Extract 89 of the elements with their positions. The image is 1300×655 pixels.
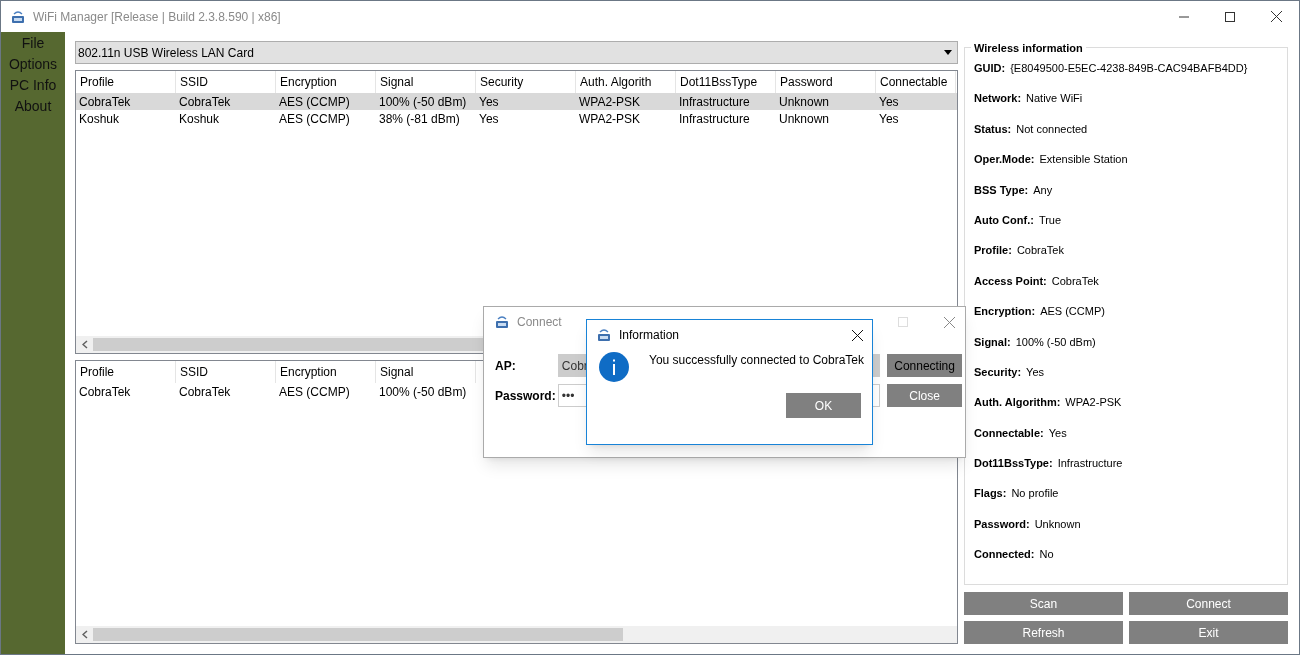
maximize-icon <box>898 317 908 327</box>
info-value: Yes <box>1048 425 1067 441</box>
info-label: Status: <box>974 121 1012 137</box>
table-row[interactable]: CobraTek CobraTek AES (CCMP) 100% (-50 dBm) Yes WPA2-PSK Infrastructure Unknown Yes <box>76 93 957 110</box>
table-cell-text: Yes <box>478 110 500 128</box>
info-label: Security: <box>974 364 1022 380</box>
table-cell-text: AES (CCMP) <box>278 110 351 128</box>
info-label: Signal: <box>974 334 1011 350</box>
ok-button[interactable]: OK <box>786 393 861 418</box>
info-label: Profile: <box>974 243 1012 259</box>
info-value: 100% (-50 dBm) <box>1015 334 1096 350</box>
info-value: Yes <box>1026 364 1045 380</box>
dialog-button[interactable]: Close <box>887 384 962 407</box>
info-label: Password: <box>974 516 1030 532</box>
info-message: You successfully connected to CobraTek <box>649 352 864 369</box>
info-value: WPA2-PSK <box>1065 395 1122 411</box>
table-cell-text: Infrastructure <box>678 110 751 128</box>
action-button[interactable]: Refresh <box>964 621 1123 644</box>
info-value: CobraTek <box>1016 243 1064 259</box>
app-icon <box>10 8 26 25</box>
table-cell-text: Koshuk <box>178 110 221 128</box>
info-label: Connectable: <box>974 425 1044 441</box>
info-value: CobraTek <box>1051 273 1099 289</box>
info-value: No profile <box>1011 486 1059 502</box>
column-header[interactable]: Encryption <box>276 361 376 383</box>
column-header[interactable]: Profile <box>76 361 176 383</box>
password-label: Password: <box>495 387 557 405</box>
info-label: Connected: <box>974 547 1035 563</box>
dialog-title: Information <box>619 327 680 344</box>
info-value: Infrastructure <box>1057 456 1123 472</box>
table-cell-text: Yes <box>878 93 900 111</box>
table-cell-text: 100% (-50 dBm) <box>378 93 468 111</box>
info-label: Encryption: <box>974 304 1036 320</box>
window-title: WiFi Manager [Release | Build 2.3.8.590 | x86] <box>33 8 281 26</box>
info-value: {E8049500-E5EC-4238-849B-CAC94BAFB4DD} <box>1010 61 1248 76</box>
dialog-button[interactable]: Connecting <box>887 354 962 377</box>
table-cell-text: AES (CCMP) <box>278 93 351 111</box>
info-label: Network: <box>974 91 1022 107</box>
info-label: Dot11BssType: <box>974 456 1053 472</box>
scroll-thumb[interactable] <box>93 628 623 641</box>
table-cell-text: 100% (-50 dBm) <box>378 383 468 401</box>
info-value: Not connected <box>1016 121 1088 137</box>
table-cell-text: Unknown <box>778 110 831 128</box>
info-label: Oper.Mode: <box>974 152 1035 168</box>
table-cell-text: CobraTek <box>178 93 232 111</box>
column-header[interactable]: Signal <box>376 361 476 383</box>
action-button[interactable]: Scan <box>964 592 1123 615</box>
action-button[interactable]: Connect <box>1129 592 1288 615</box>
adapter-name: 802.11n USB Wireless LAN Card <box>78 44 255 62</box>
table-cell-text: WPA2-PSK <box>578 110 642 128</box>
info-label: Flags: <box>974 486 1007 502</box>
maximize-icon <box>1225 11 1235 22</box>
table-cell-text: CobraTek <box>78 383 132 401</box>
table-cell-text: 38% (-81 dBm) <box>378 110 461 128</box>
info-value: Native WiFi <box>1026 91 1083 107</box>
info-label: Auth. Algorithm: <box>974 395 1061 411</box>
info-icon <box>599 352 629 382</box>
dropdown-arrow-icon <box>944 50 952 55</box>
ap-label: AP: <box>495 357 517 375</box>
info-label: GUID: <box>974 61 1006 76</box>
info-value: No <box>1039 547 1054 563</box>
table-cell-text: Yes <box>478 93 500 111</box>
info-value: AES (CCMP) <box>1040 304 1105 320</box>
table-cell-text: Infrastructure <box>678 93 751 111</box>
column-header[interactable]: SSID <box>176 361 276 383</box>
close-icon <box>851 329 863 341</box>
info-label: Access Point: <box>974 273 1047 289</box>
info-value: True <box>1038 212 1062 228</box>
table-cell-text: Yes <box>878 110 900 128</box>
info-label: BSS Type: <box>974 182 1029 198</box>
table-cell-text: Koshuk <box>78 110 121 128</box>
close-icon <box>944 316 955 328</box>
action-button[interactable]: Exit <box>1129 621 1288 644</box>
info-label: Auto Conf.: <box>974 212 1034 228</box>
horizontal-scrollbar[interactable] <box>76 626 957 643</box>
info-value: Any <box>1033 182 1053 198</box>
info-value: Unknown <box>1034 516 1081 532</box>
adapter-dropdown[interactable]: 802.11n USB Wireless LAN Card <box>75 41 958 64</box>
table-row[interactable]: Koshuk Koshuk AES (CCMP) 38% (-81 dBm) Yes WPA2-PSK Infrastructure Unknown Yes <box>76 110 957 127</box>
dialog-title: Connect <box>517 314 562 331</box>
table-cell-text: Unknown <box>778 93 831 111</box>
table-cell-text: WPA2-PSK <box>578 93 642 111</box>
info-value: Extensible Station <box>1039 152 1128 168</box>
table-cell-text: AES (CCMP) <box>278 383 351 401</box>
app-icon <box>494 314 510 330</box>
app-icon <box>596 327 612 343</box>
close-icon <box>1270 11 1282 22</box>
table-cell-text: CobraTek <box>178 383 232 401</box>
table-cell-text: CobraTek <box>78 93 132 111</box>
